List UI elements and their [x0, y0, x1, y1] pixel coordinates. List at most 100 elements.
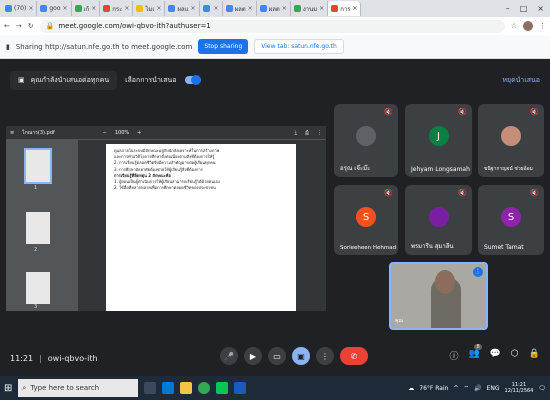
participant-tile[interactable]: 🔇 J Jehyam Longsamah [405, 104, 472, 177]
close-icon[interactable]: × [156, 5, 161, 12]
word-icon[interactable] [234, 382, 247, 394]
volume-icon[interactable]: 🔊 [474, 385, 481, 392]
url-text: meet.google.com/owi-qbvo-ith?authuser=1 [58, 22, 211, 30]
presenting-pill: ▣ คุณกำลังนำเสนอต่อทุกคน [10, 70, 118, 90]
line-icon[interactable] [216, 382, 229, 394]
view-tab-button[interactable]: View tab: satun.nfe.go.th [254, 39, 344, 54]
search-placeholder: Type here to search [30, 384, 100, 392]
more-icon[interactable]: ⋮ [317, 130, 322, 136]
download-icon[interactable]: ⤓ [295, 130, 297, 136]
participant-tile[interactable]: 🔇 S Sorleeheen Hehmad [334, 185, 398, 255]
clock[interactable]: 11:21 12/11/2564 [505, 382, 534, 394]
close-icon[interactable]: × [248, 5, 253, 12]
page-thumbnail[interactable] [24, 148, 52, 184]
print-icon[interactable]: ⎙ [305, 130, 309, 136]
stop-sharing-button[interactable]: Stop sharing [198, 39, 249, 54]
browser-tab[interactable]: ผลต × [257, 1, 291, 16]
back-icon[interactable]: ← [4, 22, 10, 30]
browser-tab[interactable]: (70) × [2, 1, 38, 16]
page-number: 1 [34, 185, 38, 191]
task-view-icon[interactable] [144, 382, 157, 394]
close-icon[interactable]: × [28, 5, 33, 12]
browser-tab[interactable]: ผลแ × [165, 1, 200, 16]
forward-icon[interactable]: → [16, 22, 22, 30]
close-icon[interactable]: × [214, 5, 219, 12]
pdf-text-line: 1. ผู้สอนเป็นผู้ดำเนินการให้ผู้เรียนสามา… [114, 179, 220, 185]
taskbar-search[interactable]: ⌕ Type here to search [18, 379, 139, 397]
close-window-icon[interactable]: × [537, 4, 544, 13]
more-options-icon[interactable]: ⋮ [473, 267, 483, 277]
chat-icon[interactable]: 💬 [490, 349, 501, 362]
presenting-bar: ▣ คุณกำลังนำเสนอต่อทุกคน เลือกการนำเสนอ … [0, 66, 550, 94]
present-button[interactable]: ▣ [292, 347, 310, 365]
clock-date: 12/11/2564 [504, 388, 534, 394]
participant-tile[interactable]: 🔇 พรมารีน สุมาลีน [405, 185, 472, 255]
url-field[interactable]: 🔒 meet.google.com/owi-qbvo-ith?authuser=… [39, 19, 505, 33]
minimize-icon[interactable]: – [506, 4, 510, 13]
mic-button[interactable]: 🎤 [220, 347, 238, 365]
participant-tile[interactable]: 🔇 ขนิฐากาญจน์ ช่วยอ้อม [478, 104, 544, 177]
windows-start-icon[interactable]: ⊞ [4, 383, 12, 394]
close-icon[interactable]: × [282, 5, 287, 12]
host-controls-icon[interactable]: 🔒 [529, 349, 540, 362]
activities-icon[interactable]: ⬡ [511, 349, 519, 362]
avatar: S [356, 207, 376, 227]
stop-presenting-link[interactable]: หยุดนำเสนอ [502, 75, 540, 86]
network-icon[interactable]: ⌔ [463, 384, 469, 392]
participant-tile[interactable]: 🔇 S Sumet Tamat [478, 185, 544, 255]
reload-icon[interactable]: ↻ [28, 22, 34, 30]
zoom-out-icon[interactable]: − [103, 130, 107, 136]
meeting-info: 11:21 | owi-qbvo-ith [10, 353, 98, 363]
participant-tile[interactable]: 🔇 อรุณ เจ๊ะม๊ะ [334, 104, 398, 177]
chrome-icon[interactable] [198, 382, 211, 394]
end-call-button[interactable]: ✆ [340, 347, 368, 365]
more-options-button[interactable]: ⋮ [316, 347, 334, 365]
avatar[interactable] [523, 21, 533, 31]
browser-tab[interactable]: × [200, 1, 223, 16]
browser-tab[interactable]: เก้ × [72, 1, 101, 16]
browser-tab[interactable]: ไมเ × [133, 1, 166, 16]
browser-tab[interactable]: goo × [37, 1, 72, 16]
self-video-tile[interactable]: ⋮ คุณ [389, 262, 488, 330]
people-icon[interactable]: 👥 8 [468, 344, 482, 362]
browser-tab[interactable]: งานม × [291, 1, 329, 16]
avatar [428, 207, 449, 227]
tab-favicon-icon [103, 5, 111, 12]
notification-icon[interactable]: 🗨 [538, 385, 546, 392]
browser-tab[interactable]: ผลต × [223, 1, 257, 16]
present-toggle[interactable] [184, 75, 201, 85]
close-icon[interactable]: × [352, 5, 357, 12]
lock-icon: 🔒 [45, 22, 55, 30]
participant-name: Sorleeheen Hehmad [340, 245, 397, 251]
browser-tab[interactable]: กระ × [100, 1, 134, 16]
close-icon[interactable]: × [63, 5, 68, 12]
browser-tab-active[interactable]: การ × [328, 1, 362, 16]
page-thumbnail[interactable] [26, 272, 50, 304]
close-icon[interactable]: × [91, 5, 96, 12]
menu-icon[interactable]: ⋮ [539, 22, 546, 30]
meeting-control-bar: 11:21 | owi-qbvo-ith 🎤 ▶ ▭ ▣ ⋮ ✆ ⓘ 👥 8 💬 … [0, 343, 550, 373]
page-thumbnail[interactable] [26, 212, 50, 244]
share-indicator-icon: ▮ [6, 42, 10, 51]
file-explorer-icon[interactable] [180, 382, 193, 394]
windows-taskbar: ⊞ ⌕ Type here to search ☁ 76°F Rain ^ ⌔ … [0, 376, 550, 400]
people-count-badge: 8 [474, 344, 482, 350]
mic-off-icon: 🔇 [530, 189, 539, 197]
close-icon[interactable]: × [191, 5, 196, 12]
maximize-icon[interactable]: □ [520, 4, 528, 13]
captions-button[interactable]: ▭ [268, 347, 286, 365]
star-icon[interactable]: ☆ [511, 22, 517, 30]
pdf-text-line: ดูแลภายในระบบมีลักษณะอยู่กับนักสังเคราะห… [114, 148, 220, 153]
language-indicator[interactable]: ENG [487, 385, 500, 392]
side-controls: ⓘ 👥 8 💬 ⬡ 🔒 [449, 344, 540, 362]
close-icon[interactable]: × [124, 5, 129, 12]
pdf-menu-icon[interactable]: ≡ [10, 130, 14, 136]
mic-off-icon: 🔇 [530, 108, 539, 116]
zoom-in-icon[interactable]: + [137, 130, 141, 136]
camera-button[interactable]: ▶ [244, 347, 262, 365]
edge-icon[interactable] [162, 382, 175, 394]
tray-chevron-icon[interactable]: ^ [453, 385, 458, 392]
info-icon[interactable]: ⓘ [449, 349, 458, 362]
close-icon[interactable]: × [319, 5, 324, 12]
call-controls: 🎤 ▶ ▭ ▣ ⋮ ✆ [220, 347, 368, 365]
